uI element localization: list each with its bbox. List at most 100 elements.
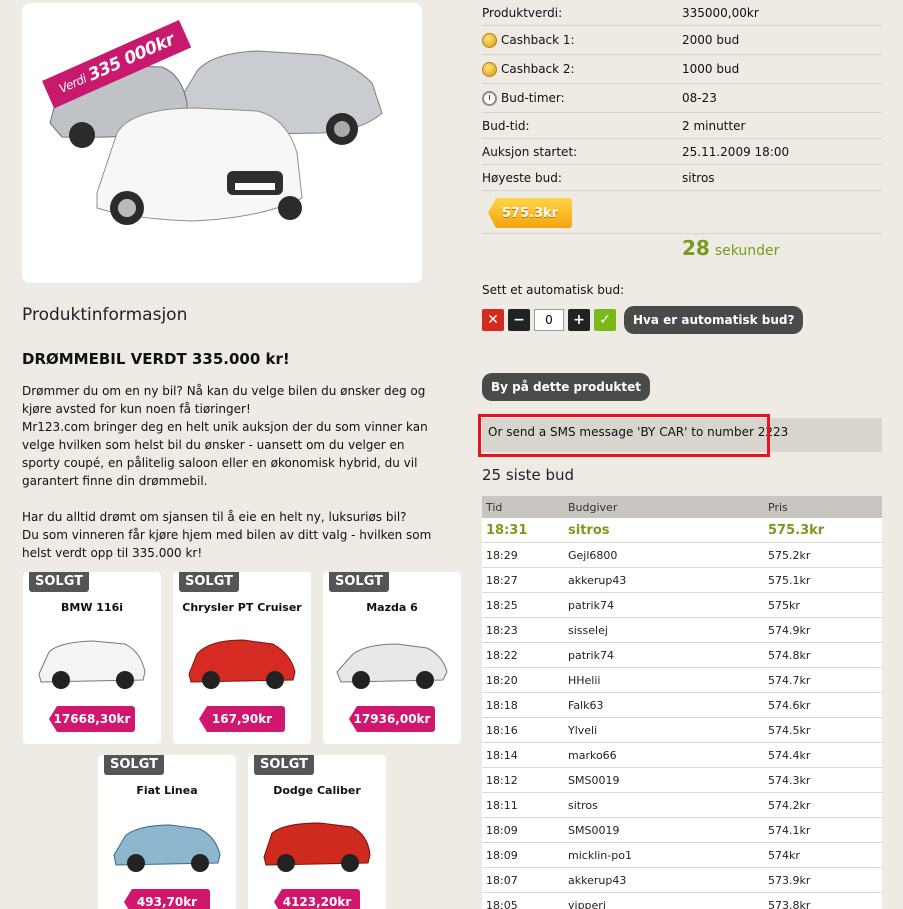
detail-label: Bud-timer: — [501, 91, 565, 105]
detail-row-started: Auksjon startet: 25.11.2009 18:00 — [482, 139, 882, 165]
table-row: 18:25 patrik74 575kr — [482, 593, 882, 618]
sold-tag: SOLGT — [254, 755, 315, 775]
detail-label: Cashback 2: — [501, 62, 575, 76]
sold-item-name: Chrysler PT Cruiser — [182, 601, 302, 614]
countdown-value: 28 — [682, 236, 710, 260]
auto-bid-quantity-input[interactable] — [534, 309, 564, 331]
sold-item-bmw[interactable]: SOLGT BMW 116i 17668,30kr — [23, 572, 161, 744]
sold-price: 17936,00kr — [349, 706, 435, 732]
bid-price: 574.6kr — [768, 698, 811, 712]
table-row: 18:31 sitros 575.3kr — [482, 518, 882, 543]
bid-price: 573.8kr — [768, 898, 811, 909]
sold-item-fiat[interactable]: SOLGT Fiat Linea 493,70kr — [98, 755, 236, 909]
current-bid-box: 575.3kr — [482, 190, 882, 234]
column-header-bidder: Budgiver — [568, 500, 618, 514]
countdown-unit: sekunder — [714, 243, 780, 259]
clear-button[interactable]: ✕ — [482, 309, 504, 331]
detail-value: 2000 bud — [682, 33, 740, 47]
sold-tag: SOLGT — [329, 572, 390, 592]
bidder-name: patrik74 — [568, 648, 614, 662]
bid-price: 574.2kr — [768, 798, 811, 812]
table-row: 18:22 patrik74 574.8kr — [482, 643, 882, 668]
bid-price: 575kr — [768, 598, 800, 612]
table-row: 18:23 sisselej 574.9kr — [482, 618, 882, 643]
column-header-time: Tid — [486, 500, 503, 514]
bidder-name: SMS0019 — [568, 773, 620, 787]
detail-value: 2 minutter — [682, 118, 746, 133]
last-bids-title: 25 siste bud — [482, 466, 575, 484]
bid-price: 574.8kr — [768, 648, 811, 662]
bid-on-product-button[interactable]: By på dette produktet — [482, 373, 651, 401]
table-header: Tid Budgiver Pris — [482, 496, 882, 518]
sold-item-name: Fiat Linea — [136, 784, 198, 797]
bid-price: 575.2kr — [768, 548, 811, 562]
bid-time: 18:09 — [486, 848, 518, 862]
detail-value: 25.11.2009 18:00 — [682, 144, 790, 159]
bidder-name: akkerup43 — [568, 573, 627, 587]
bidder-name: Falk63 — [568, 698, 604, 712]
auto-bid-label: Sett et automatisk bud: — [482, 283, 625, 297]
product-description: Drømmer du om en ny bil? Nå kan du velge… — [22, 384, 432, 560]
bidder-name: Gejl6800 — [568, 548, 618, 562]
auto-bid-controls: ✕ − + ✓ Hva er automatisk bud? — [482, 306, 804, 334]
bidder-name: sitros — [568, 798, 598, 812]
bid-price: 574.5kr — [768, 723, 811, 737]
product-info-title: Produktinformasjon — [22, 305, 188, 325]
table-row: 18:09 micklin-po1 574kr — [482, 843, 882, 868]
sold-item-name: Dodge Caliber — [273, 784, 361, 797]
bid-time: 18:16 — [486, 723, 518, 737]
bidder-name: akkerup43 — [568, 873, 627, 887]
bid-price: 574.4kr — [768, 748, 811, 762]
bid-price: 575.1kr — [768, 573, 811, 587]
table-row: 18:12 SMS0019 574.3kr — [482, 768, 882, 793]
detail-value: sitros — [682, 170, 715, 185]
table-row: 18:11 sitros 574.2kr — [482, 793, 882, 818]
bid-time: 18:07 — [486, 873, 518, 887]
bidder-name: yipperi — [568, 898, 606, 909]
sold-price: 17668,30kr — [49, 706, 135, 732]
car-image — [263, 822, 371, 872]
detail-label: Bud-tid: — [482, 118, 530, 133]
increment-button[interactable]: + — [568, 309, 590, 331]
detail-row-value: Produktverdi: 335000,00kr — [482, 0, 882, 26]
car-image — [188, 639, 296, 689]
bid-time: 18:23 — [486, 623, 518, 637]
bidder-name: Ylveli — [568, 723, 598, 737]
decrement-button[interactable]: − — [508, 309, 530, 331]
coins-icon — [482, 32, 497, 48]
sms-highlight-frame — [478, 414, 770, 457]
bid-price: 574.9kr — [768, 623, 811, 637]
sold-item-chrysler[interactable]: SOLGT Chrysler PT Cruiser 167,90kr — [173, 572, 311, 744]
table-row: 18:05 yipperi 573.8kr — [482, 893, 882, 909]
bid-time: 18:22 — [486, 648, 518, 662]
bid-time: 18:18 — [486, 698, 518, 712]
table-row: 18:18 Falk63 574.6kr — [482, 693, 882, 718]
coins-icon — [482, 61, 497, 77]
last-bids-table: Tid Budgiver Pris 18:31 sitros 575.3kr 18:2… — [482, 496, 882, 909]
current-bid-price: 575.3kr — [488, 198, 572, 228]
detail-row-bid-timer: Bud-timer: 08-23 — [482, 84, 882, 113]
bid-time: 18:05 — [486, 898, 518, 909]
product-heading: DRØMMEBIL VERDT 335.000 kr! — [22, 350, 290, 368]
detail-label: Høyeste bud: — [482, 170, 562, 185]
detail-value: 1000 bud — [682, 62, 740, 76]
sold-item-dodge[interactable]: SOLGT Dodge Caliber 4123,20kr — [248, 755, 386, 909]
bid-time: 18:25 — [486, 598, 518, 612]
sold-tag: SOLGT — [179, 572, 240, 592]
auto-bid-help-button[interactable]: Hva er automatisk bud? — [624, 306, 804, 334]
confirm-button[interactable]: ✓ — [594, 309, 616, 331]
bidder-name: marko66 — [568, 748, 617, 762]
bidder-name: micklin-po1 — [568, 848, 632, 862]
sold-item-name: BMW 116i — [60, 601, 124, 614]
bid-price: 574.1kr — [768, 823, 811, 837]
bidder-name: SMS0019 — [568, 823, 620, 837]
bidder-name: patrik74 — [568, 598, 614, 612]
detail-row-highest-bidder: Høyeste bud: sitros — [482, 165, 882, 191]
detail-row-cashback2: Cashback 2: 1000 bud — [482, 55, 882, 84]
table-row: 18:20 HHelii 574.7kr — [482, 668, 882, 693]
bid-time: 18:09 — [486, 823, 518, 837]
bidder-name: sitros — [568, 522, 610, 538]
bid-time: 18:29 — [486, 548, 518, 562]
countdown: 28 sekunder — [682, 236, 779, 260]
sold-item-mazda[interactable]: SOLGT Mazda 6 17936,00kr — [323, 572, 461, 744]
